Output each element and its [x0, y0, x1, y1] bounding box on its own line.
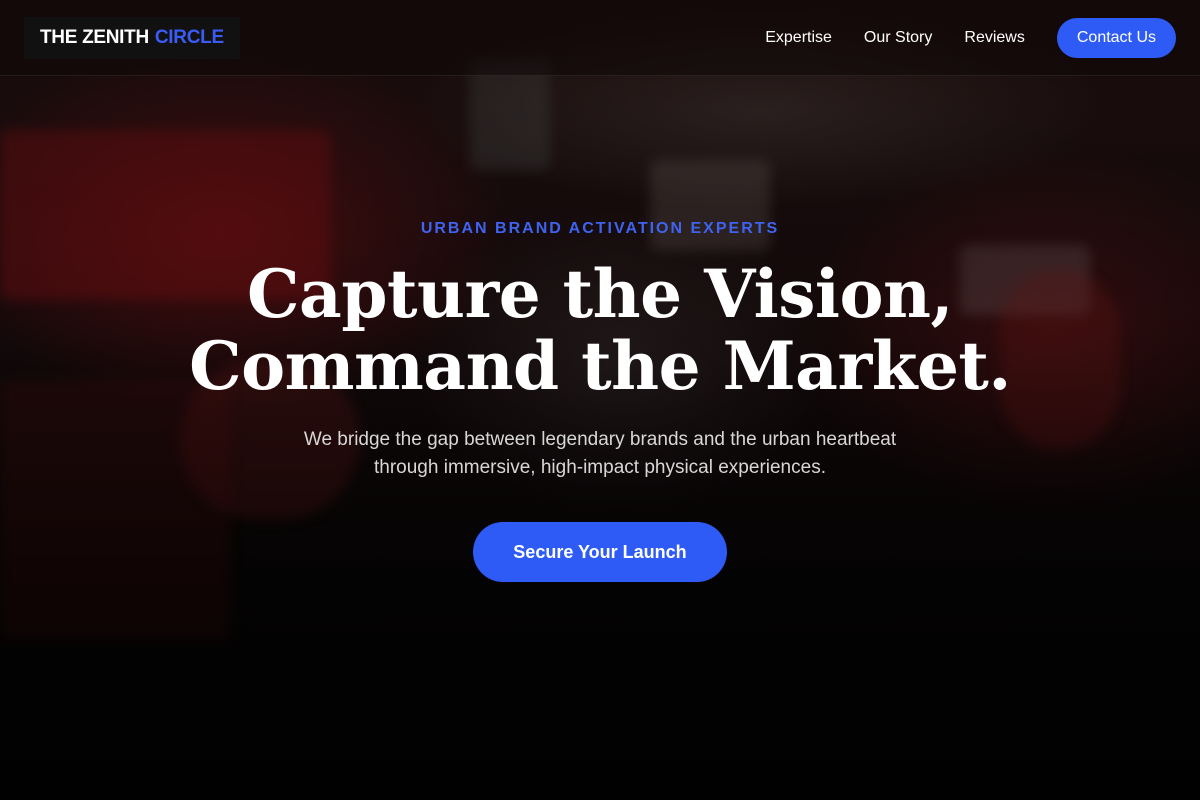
nav-link-our-story[interactable]: Our Story	[864, 29, 932, 47]
hero-eyebrow: URBAN BRAND ACTIVATION EXPERTS	[420, 220, 780, 237]
brand-name-accent: CIRCLE	[154, 26, 224, 48]
nav-link-reviews[interactable]: Reviews	[964, 29, 1024, 47]
hero-headline-line-1: Capture the Vision,	[247, 255, 953, 333]
brand-logo[interactable]: THE ZENITH CIRCLE	[24, 16, 240, 59]
secure-launch-button[interactable]: Secure Your Launch	[473, 522, 727, 582]
contact-us-button[interactable]: Contact Us	[1056, 17, 1176, 58]
brand-name-primary: THE ZENITH	[40, 26, 149, 48]
hero-subtext: We bridge the gap between legendary bran…	[250, 426, 950, 482]
nav-link-expertise[interactable]: Expertise	[765, 29, 832, 47]
main-nav: Expertise Our Story Reviews Contact Us	[733, 17, 1176, 58]
hero-subtext-line-2: through immersive, high-impact physical …	[374, 457, 826, 478]
hero-subtext-line-1: We bridge the gap between legendary bran…	[303, 429, 897, 450]
top-navbar: THE ZENITH CIRCLE Expertise Our Story Re…	[0, 0, 1200, 76]
hero-headline-line-2: Command the Market.	[189, 327, 1011, 405]
hero-headline: Capture the Vision, Command the Market.	[0, 258, 1200, 402]
hero-section: THE ZENITH CIRCLE Expertise Our Story Re…	[0, 0, 1200, 800]
